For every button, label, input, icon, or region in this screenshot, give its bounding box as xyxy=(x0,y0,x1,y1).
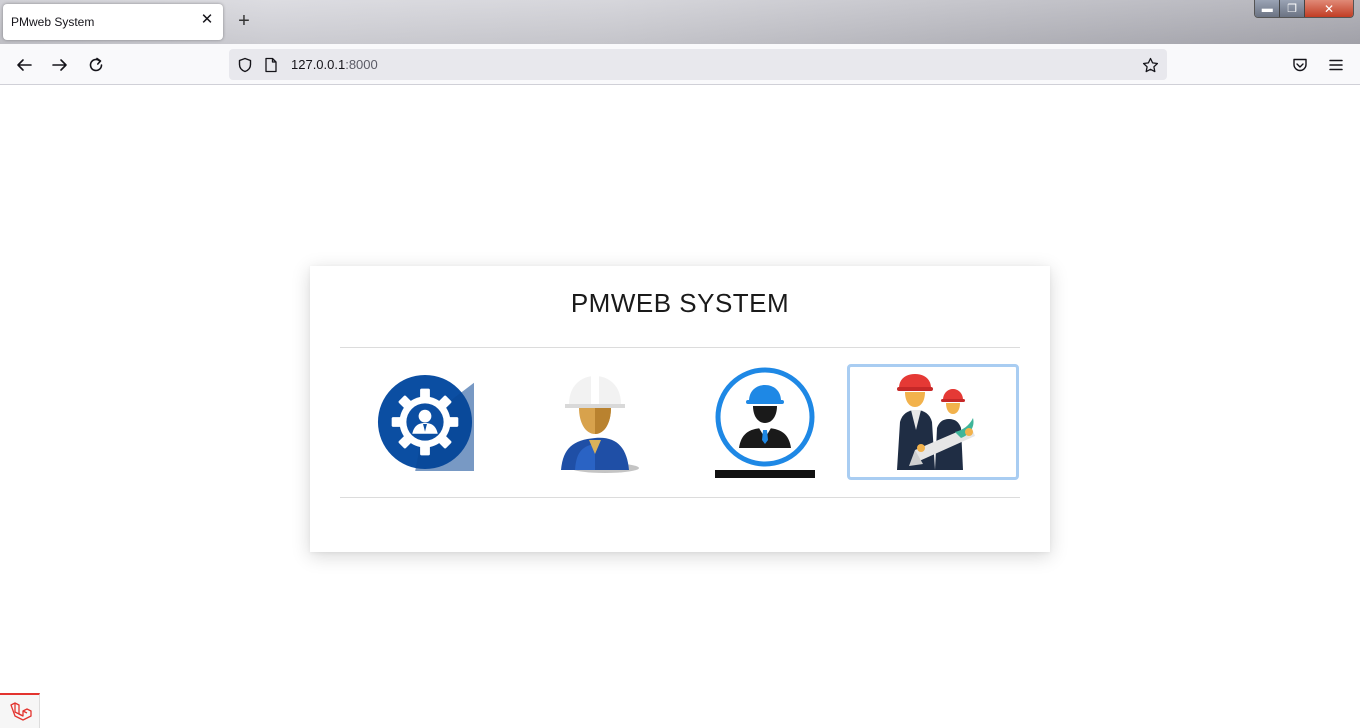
hamburger-menu-icon[interactable] xyxy=(1324,53,1348,77)
new-tab-button[interactable]: + xyxy=(234,11,254,31)
hardhat-worker-icon xyxy=(561,376,639,473)
browser-tab[interactable]: PMweb System ✕ xyxy=(3,4,223,40)
tile-engineer[interactable] xyxy=(679,364,851,480)
shield-icon[interactable] xyxy=(236,56,254,74)
forward-arrow-icon[interactable] xyxy=(48,53,72,77)
tile-admin[interactable] xyxy=(339,364,511,480)
address-bar[interactable]: 127.0.0.1:8000 xyxy=(229,49,1167,80)
tab-title: PMweb System xyxy=(11,15,95,29)
engineers-blueprint-icon xyxy=(897,374,975,470)
laravel-logo-icon xyxy=(9,701,32,721)
page-icon[interactable] xyxy=(262,56,280,74)
tile-engineers-blueprint[interactable] xyxy=(847,364,1019,480)
reload-icon[interactable] xyxy=(84,53,108,77)
url-text[interactable]: 127.0.0.1:8000 xyxy=(291,57,378,72)
admin-gear-icon xyxy=(377,374,474,471)
system-card: PMWEB SYSTEM xyxy=(310,266,1050,552)
close-window-button[interactable]: ✕ xyxy=(1305,0,1353,17)
navigation-toolbar: 127.0.0.1:8000 xyxy=(0,44,1360,85)
laravel-debug-badge[interactable] xyxy=(0,693,40,728)
tab-close-icon[interactable]: ✕ xyxy=(199,12,215,28)
url-port: :8000 xyxy=(345,57,378,72)
divider-bottom xyxy=(340,497,1020,498)
star-icon[interactable] xyxy=(1141,56,1159,74)
minimize-button[interactable]: ▬ xyxy=(1255,0,1281,17)
divider-top xyxy=(340,347,1020,348)
back-arrow-icon[interactable] xyxy=(12,53,36,77)
window-controls: ▬ ❐ ✕ xyxy=(1254,0,1354,18)
page-title: PMWEB SYSTEM xyxy=(570,288,790,318)
tile-worker[interactable] xyxy=(509,364,681,480)
pocket-icon[interactable] xyxy=(1288,53,1312,77)
maximize-button[interactable]: ❐ xyxy=(1280,0,1305,17)
engineer-circle-icon xyxy=(715,367,815,478)
url-host: 127.0.0.1 xyxy=(291,57,346,72)
